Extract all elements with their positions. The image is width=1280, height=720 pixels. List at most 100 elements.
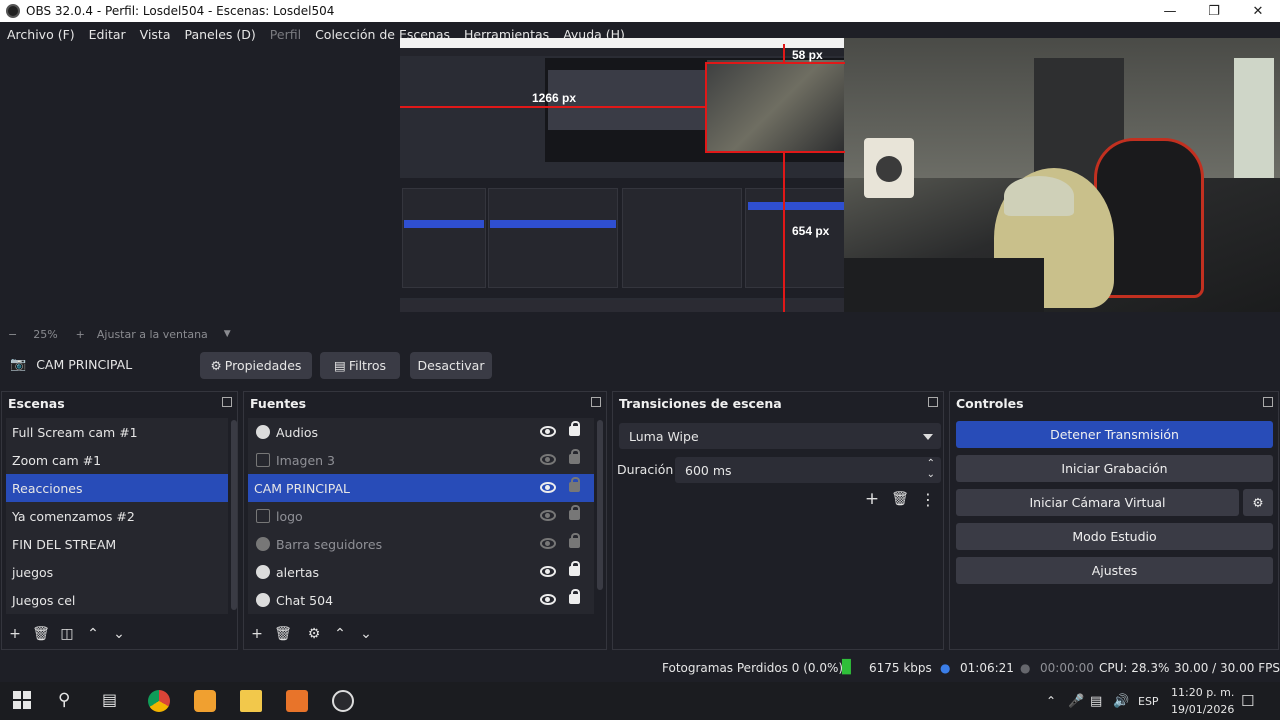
transition-select[interactable]: Luma Wipe [619, 423, 941, 449]
spin-down-icon[interactable]: ⌄ [927, 469, 935, 480]
remove-transition-trash-icon[interactable]: 🗑 [887, 490, 913, 508]
visibility-eye-icon[interactable] [540, 426, 556, 437]
fl-studio-icon[interactable] [286, 690, 308, 712]
menu-perfil: Perfil [269, 26, 302, 42]
transitions-dock: Transiciones de escena Luma Wipe Duració… [612, 391, 944, 650]
media-player-icon[interactable] [194, 690, 216, 712]
add-source-button[interactable]: + [244, 625, 270, 643]
remove-source-trash-icon[interactable]: 🗑 [270, 625, 296, 643]
add-transition-button[interactable]: + [859, 489, 885, 509]
top-guide-line [783, 44, 785, 62]
preview-canvas[interactable]: 1266 px 58 px 654 px [400, 38, 1280, 312]
scene-item[interactable]: Zoom cam #1 [6, 446, 228, 474]
hidden-eye-icon[interactable] [540, 538, 556, 549]
virtual-camera-settings-gear-icon[interactable]: ⚙ [1243, 489, 1273, 516]
window-title: OBS 32.0.4 - Perfil: Losdel504 - Escenas… [26, 4, 335, 18]
clock-date[interactable]: 19/01/2026 [1171, 703, 1234, 716]
hidden-eye-icon[interactable] [540, 510, 556, 521]
float-dock-icon[interactable] [928, 397, 938, 407]
scene-filters-icon[interactable]: ◫ [54, 625, 80, 643]
unlock-icon[interactable] [569, 449, 580, 464]
source-item[interactable]: alertas [248, 558, 594, 586]
zoom-dropdown-icon[interactable]: ▼ [224, 329, 231, 339]
source-item[interactable]: Barra seguidores [248, 530, 594, 558]
scene-item[interactable]: Full Scream cam #1 [6, 418, 228, 446]
scenes-scrollbar[interactable] [231, 420, 237, 610]
lock-icon[interactable] [569, 561, 580, 576]
fit-window-label[interactable]: Ajustar a la ventana [97, 328, 208, 341]
obs-taskbar-icon[interactable] [332, 690, 354, 712]
language-indicator[interactable]: ESP [1138, 695, 1159, 708]
deactivate-button[interactable]: Desactivar [410, 352, 492, 379]
scene-item[interactable]: Juegos cel [6, 586, 228, 614]
zoom-in-button[interactable]: + [76, 328, 85, 341]
add-scene-button[interactable]: + [2, 625, 28, 643]
hidden-eye-icon[interactable] [540, 454, 556, 465]
network-icon[interactable]: ▤ [1090, 694, 1102, 709]
move-down-icon[interactable]: ⌄ [353, 625, 379, 643]
scene-item[interactable]: juegos [6, 558, 228, 586]
transition-more-icon[interactable]: ⋮ [915, 490, 941, 509]
active-source-name: CAM PRINCIPAL [36, 357, 133, 372]
source-item[interactable]: Audios [248, 418, 594, 446]
source-item[interactable]: logo [248, 502, 594, 530]
notifications-icon[interactable]: ☐ [1241, 692, 1254, 710]
tray-chevron-up-icon[interactable]: ⌃ [1046, 694, 1056, 708]
scene-item-selected[interactable]: Reacciones [6, 474, 228, 502]
start-recording-button[interactable]: Iniciar Grabación [956, 455, 1273, 482]
globe-icon [256, 537, 270, 551]
unlock-icon[interactable] [569, 477, 580, 492]
stop-stream-button[interactable]: Detener Transmisión [956, 421, 1273, 448]
scenes-toolbar: + 🗑 ◫ ⌃ ⌄ [2, 625, 132, 643]
lock-icon[interactable] [569, 421, 580, 436]
menu-paneles[interactable]: Paneles (D) [185, 27, 256, 42]
unlock-icon[interactable] [569, 505, 580, 520]
start-virtual-camera-button[interactable]: Iniciar Cámara Virtual [956, 489, 1239, 516]
task-view-icon[interactable]: ▤ [102, 690, 124, 712]
source-item-selected[interactable]: CAM PRINCIPAL [248, 474, 708, 502]
restore-button[interactable]: ❐ [1192, 0, 1236, 22]
remove-scene-trash-icon[interactable]: 🗑 [28, 625, 54, 643]
settings-button[interactable]: Ajustes [956, 557, 1273, 584]
visibility-eye-icon[interactable] [540, 594, 556, 605]
source-properties-gear-icon[interactable]: ⚙ [301, 625, 327, 643]
sources-scrollbar[interactable] [597, 420, 603, 590]
float-dock-icon[interactable] [222, 397, 232, 407]
float-dock-icon[interactable] [1263, 397, 1273, 407]
microphone-icon[interactable]: 🎤 [1068, 694, 1084, 709]
float-dock-icon[interactable] [591, 397, 601, 407]
duration-spinbox[interactable]: 600 ms ⌃ ⌄ [675, 457, 941, 483]
preview-area[interactable]: 1266 px 58 px 654 px [0, 38, 1280, 324]
zoom-out-button[interactable]: − [8, 328, 17, 341]
lock-icon[interactable] [569, 589, 580, 604]
studio-mode-button[interactable]: Modo Estudio [956, 523, 1273, 550]
scene-item[interactable]: Ya comenzamos #2 [6, 502, 228, 530]
unlock-icon[interactable] [569, 533, 580, 548]
spin-up-icon[interactable]: ⌃ [927, 458, 935, 469]
move-up-icon[interactable]: ⌃ [80, 625, 106, 643]
height-guide-line [783, 152, 785, 312]
scene-item[interactable]: FIN DEL STREAM [6, 530, 228, 558]
menu-archivo[interactable]: Archivo (F) [7, 27, 75, 42]
dropped-frames: Fotogramas Perdidos 0 (0.0%) [662, 661, 844, 675]
source-item[interactable]: Chat 504 [248, 586, 594, 614]
search-icon[interactable]: ⚲ [58, 690, 80, 712]
source-item[interactable]: Imagen 3 [248, 446, 594, 474]
file-explorer-icon[interactable] [240, 690, 262, 712]
visibility-eye-icon[interactable] [540, 566, 556, 577]
windows-start-icon[interactable] [12, 690, 34, 712]
properties-button[interactable]: ⚙ Propiedades [200, 352, 312, 379]
move-up-icon[interactable]: ⌃ [327, 625, 353, 643]
close-button[interactable]: ✕ [1236, 0, 1280, 22]
chrome-icon[interactable] [148, 690, 170, 712]
visibility-eye-icon[interactable] [540, 482, 556, 493]
move-down-icon[interactable]: ⌄ [106, 625, 132, 643]
filter-icon: ▤ [334, 358, 346, 373]
filters-button[interactable]: ▤ Filtros [320, 352, 400, 379]
minimize-button[interactable]: — [1148, 0, 1192, 22]
scenes-list: Full Scream cam #1 Zoom cam #1 Reaccione… [6, 418, 228, 614]
volume-icon[interactable]: 🔊 [1113, 694, 1129, 709]
menu-vista[interactable]: Vista [140, 27, 171, 42]
clock-time[interactable]: 11:20 p. m. [1171, 686, 1234, 699]
menu-editar[interactable]: Editar [89, 27, 126, 42]
